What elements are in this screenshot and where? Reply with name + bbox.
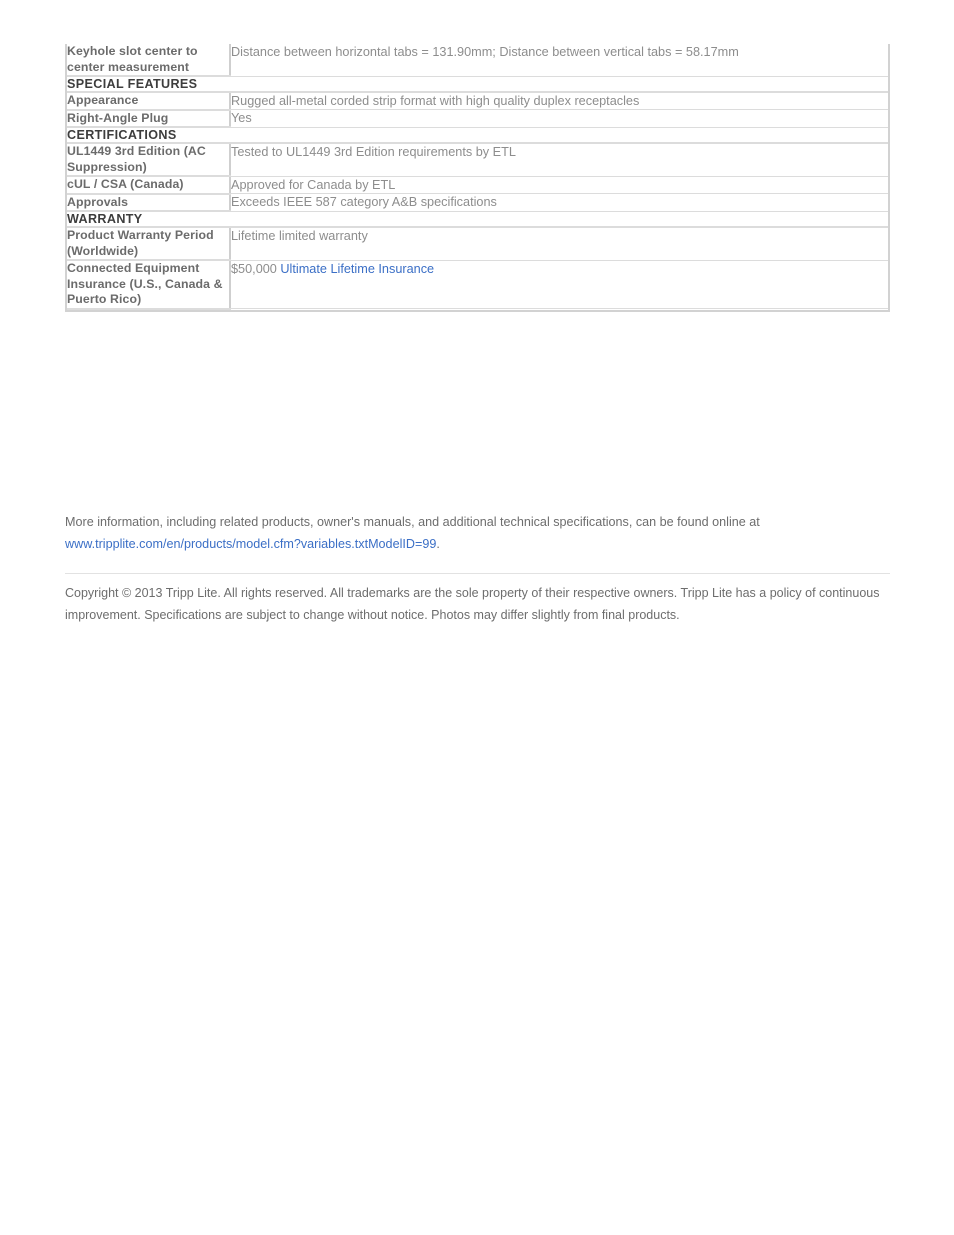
more-information-suffix: . xyxy=(436,537,440,551)
spec-value-cell: Yes xyxy=(230,109,888,128)
spec-section-header-row: WARRANTY xyxy=(67,211,888,228)
spec-value-cell: Distance between horizontal tabs = 131.9… xyxy=(230,44,888,77)
spec-table-row: Connected Equipment Insurance (U.S., Can… xyxy=(67,260,888,310)
spec-label-cell: Approvals xyxy=(67,193,231,212)
spec-value-cell: Tested to UL1449 3rd Edition requirement… xyxy=(230,143,888,177)
copyright-notice: Copyright © 2013 Tripp Lite. All rights … xyxy=(65,586,880,622)
product-page-link[interactable]: www.tripplite.com/en/products/model.cfm?… xyxy=(65,537,436,551)
spec-table-row: Keyhole slot center to center measuremen… xyxy=(67,44,888,77)
spec-table-row: Right-Angle Plug Yes xyxy=(67,109,888,128)
document-page: Keyhole slot center to center measuremen… xyxy=(0,0,954,1235)
spec-table-row: Approvals Exceeds IEEE 587 category A&B s… xyxy=(67,193,888,212)
spec-table-row: cUL / CSA (Canada) Approved for Canada by… xyxy=(67,176,888,195)
spec-value-cell: Rugged all-metal corded strip format wit… xyxy=(230,92,888,110)
spec-table-row: Appearance Rugged all-metal corded strip … xyxy=(67,92,888,111)
spec-section-label: CERTIFICATIONS xyxy=(67,127,888,144)
spec-value-cell: $50,000 Ultimate Lifetime Insurance xyxy=(230,260,888,309)
footer-divider xyxy=(65,573,890,574)
more-information-text: More information, including related prod… xyxy=(65,515,760,529)
spec-table-row: Product Warranty Period (Worldwide) Lifet… xyxy=(67,227,888,261)
spec-table-row: UL1449 3rd Edition (AC Suppression) Teste… xyxy=(67,143,888,177)
specifications-table-body: Keyhole slot center to center measuremen… xyxy=(67,44,888,310)
spec-section-label: WARRANTY xyxy=(67,211,888,228)
spec-section-header-row: SPECIAL FEATURES xyxy=(67,76,888,93)
spec-label-cell: Product Warranty Period (Worldwide) xyxy=(67,227,231,261)
ultimate-lifetime-insurance-link[interactable]: Ultimate Lifetime Insurance xyxy=(280,262,434,276)
spec-label-cell: Right-Angle Plug xyxy=(67,109,231,128)
spec-label-cell: Connected Equipment Insurance (U.S., Can… xyxy=(67,260,231,310)
specifications-table: Keyhole slot center to center measuremen… xyxy=(67,44,888,310)
spec-label-cell: Keyhole slot center to center measuremen… xyxy=(67,44,231,77)
spec-section-label: SPECIAL FEATURES xyxy=(67,76,888,93)
spec-section-header-row: CERTIFICATIONS xyxy=(67,127,888,144)
spec-value-text: $50,000 xyxy=(231,261,281,276)
spec-label-cell: Appearance xyxy=(67,92,231,111)
spec-value-cell: Exceeds IEEE 587 category A&B specificat… xyxy=(230,193,888,212)
spec-value-cell: Lifetime limited warranty xyxy=(230,227,888,261)
specifications-table-container: Keyhole slot center to center measuremen… xyxy=(65,44,890,312)
spec-label-cell: cUL / CSA (Canada) xyxy=(67,176,231,195)
spec-label-cell: UL1449 3rd Edition (AC Suppression) xyxy=(67,143,231,177)
spec-value-cell: Approved for Canada by ETL xyxy=(230,176,888,194)
more-information-paragraph: More information, including related prod… xyxy=(65,511,895,555)
